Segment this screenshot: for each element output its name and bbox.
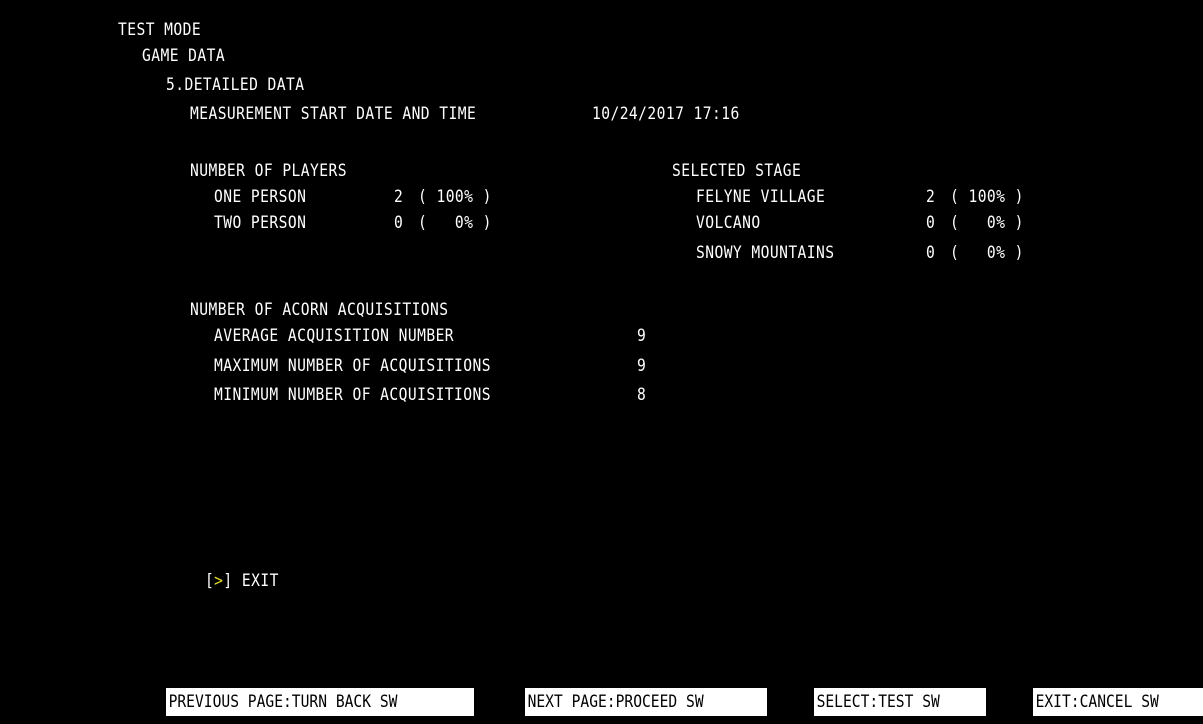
mode-title: TEST MODE: [118, 20, 202, 40]
exit-hint: EXIT:CANCEL SW: [1033, 688, 1203, 716]
select-hint-text: SELECT:TEST SW: [816, 692, 940, 712]
players-row-label: TWO PERSON: [214, 213, 307, 233]
stage-row-count: 0: [926, 243, 936, 263]
acorns-row-value: 8: [637, 385, 647, 405]
players-row-count: 0: [394, 213, 404, 233]
exit-label: EXIT: [241, 571, 279, 591]
page-title: 5.DETAILED DATA: [166, 75, 305, 95]
stage-row-label: VOLCANO: [696, 213, 761, 233]
stage-row-percent: ( 100% ): [950, 187, 1024, 207]
stage-heading: SELECTED STAGE: [672, 161, 802, 181]
measurement-label: MEASUREMENT START DATE AND TIME: [190, 104, 477, 124]
exit-menu-item[interactable]: [>] EXIT: [168, 551, 279, 611]
next-page-hint-text: NEXT PAGE:PROCEED SW: [527, 692, 704, 712]
stage-row-count: 2: [926, 187, 936, 207]
exit-hint-text: EXIT:CANCEL SW: [1035, 692, 1159, 712]
measurement-value: 10/24/2017 17:16: [592, 104, 740, 124]
cursor-bracket-close: ]: [223, 571, 233, 591]
test-mode-screen: TEST MODE GAME DATA 5.DETAILED DATA MEAS…: [0, 0, 1203, 724]
select-hint: SELECT:TEST SW: [814, 688, 986, 716]
players-row-count: 2: [394, 187, 404, 207]
previous-page-hint-text: PREVIOUS PAGE:TURN BACK SW: [168, 692, 398, 712]
acorns-row-label: MAXIMUM NUMBER OF ACQUISITIONS: [214, 356, 491, 376]
acorns-heading: NUMBER OF ACORN ACQUISITIONS: [190, 300, 449, 320]
players-row-percent: ( 100% ): [418, 187, 492, 207]
stage-row-label: FELYNE VILLAGE: [696, 187, 826, 207]
previous-page-hint: PREVIOUS PAGE:TURN BACK SW: [166, 688, 474, 716]
players-row-percent: ( 0% ): [418, 213, 492, 233]
exit-spacer: [233, 571, 242, 591]
next-page-hint: NEXT PAGE:PROCEED SW: [525, 688, 767, 716]
stage-row-percent: ( 0% ): [950, 243, 1024, 263]
cursor-bracket-open: [: [204, 571, 215, 591]
cursor-arrow-icon: >: [214, 571, 224, 591]
players-heading: NUMBER OF PLAYERS: [190, 161, 347, 181]
section-title: GAME DATA: [142, 46, 226, 66]
acorns-row-label: MINIMUM NUMBER OF ACQUISITIONS: [214, 385, 491, 405]
stage-row-percent: ( 0% ): [950, 213, 1024, 233]
stage-row-label: SNOWY MOUNTAINS: [696, 243, 835, 263]
players-row-label: ONE PERSON: [214, 187, 307, 207]
acorns-row-value: 9: [637, 326, 647, 346]
stage-row-count: 0: [926, 213, 936, 233]
acorns-row-value: 9: [637, 356, 647, 376]
acorns-row-label: AVERAGE ACQUISITION NUMBER: [214, 326, 455, 346]
